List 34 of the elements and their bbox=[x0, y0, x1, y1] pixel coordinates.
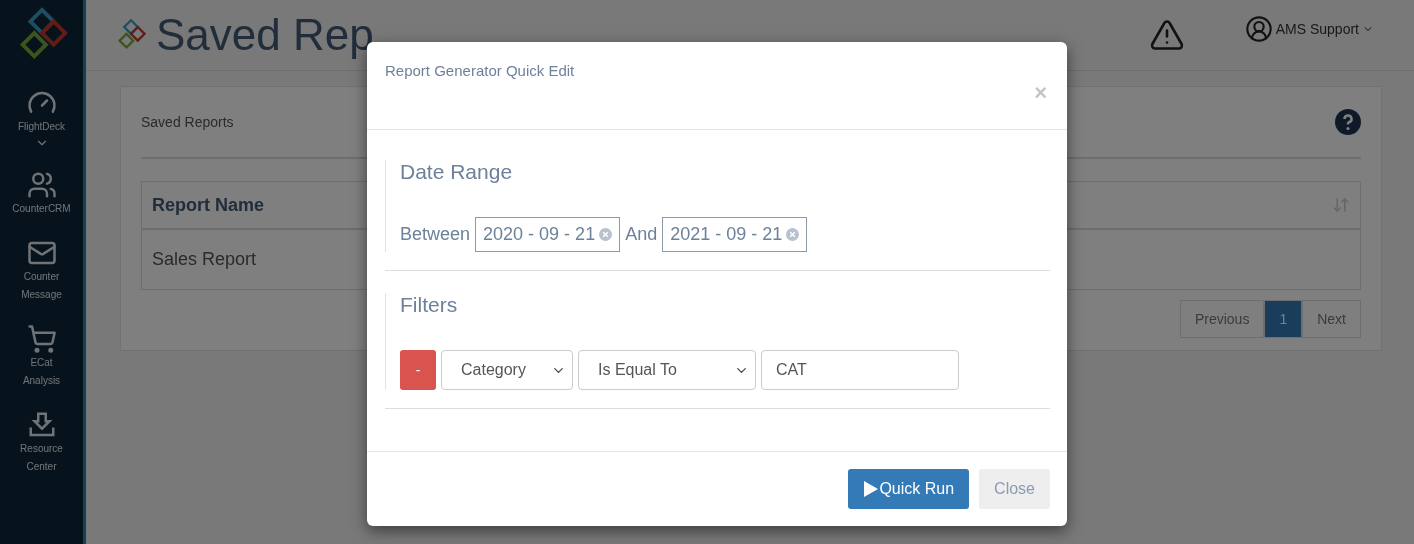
warning-icon[interactable] bbox=[1148, 17, 1185, 53]
section-heading: Filters bbox=[400, 293, 459, 317]
play-icon bbox=[863, 480, 880, 498]
help-icon[interactable] bbox=[1335, 109, 1361, 135]
page-title: Saved Rep bbox=[156, 10, 375, 60]
date-field[interactable]: 2021 - 09 - 21 bbox=[662, 217, 808, 252]
panel-title: Saved Reports bbox=[141, 114, 234, 130]
clear-icon[interactable] bbox=[599, 228, 613, 241]
sidebar-item[interactable]: FlightDeck bbox=[1, 88, 82, 150]
close-button[interactable]: Close bbox=[979, 469, 1050, 509]
clear-icon[interactable] bbox=[786, 228, 800, 241]
date-field[interactable]: 2020 - 09 - 21 bbox=[475, 217, 621, 252]
between-label: Between bbox=[400, 224, 471, 245]
table-cell: Sales Report bbox=[152, 249, 257, 270]
run-button[interactable]: Quick Run bbox=[848, 469, 970, 509]
field-select[interactable]: Category bbox=[441, 350, 573, 390]
sidebar-item[interactable]: ECat Analysis bbox=[1, 324, 82, 390]
sidebar-item[interactable]: Resource Center bbox=[1, 410, 82, 476]
modal-title: Report Generator Quick Edit bbox=[385, 62, 575, 81]
section-heading: Date Range bbox=[400, 160, 514, 184]
operator-select[interactable]: Is Equal To bbox=[578, 350, 756, 390]
user-icon bbox=[1244, 15, 1273, 43]
sidebar-item[interactable]: Counter Message bbox=[1, 238, 82, 304]
remove-button[interactable]: - bbox=[400, 350, 436, 390]
sidebar-item[interactable]: CounterCRM bbox=[1, 170, 82, 218]
user-menu[interactable]: AMS Support bbox=[1244, 15, 1374, 43]
sort-icon[interactable] bbox=[1332, 196, 1350, 214]
cart-icon bbox=[26, 324, 57, 354]
value-field[interactable]: CAT bbox=[761, 350, 959, 390]
page-button[interactable]: 1 bbox=[1264, 300, 1303, 338]
and-label: And bbox=[625, 224, 658, 245]
previous-button[interactable]: Previous bbox=[1179, 300, 1265, 338]
users-icon bbox=[26, 170, 57, 200]
next-button[interactable]: Next bbox=[1302, 300, 1361, 338]
